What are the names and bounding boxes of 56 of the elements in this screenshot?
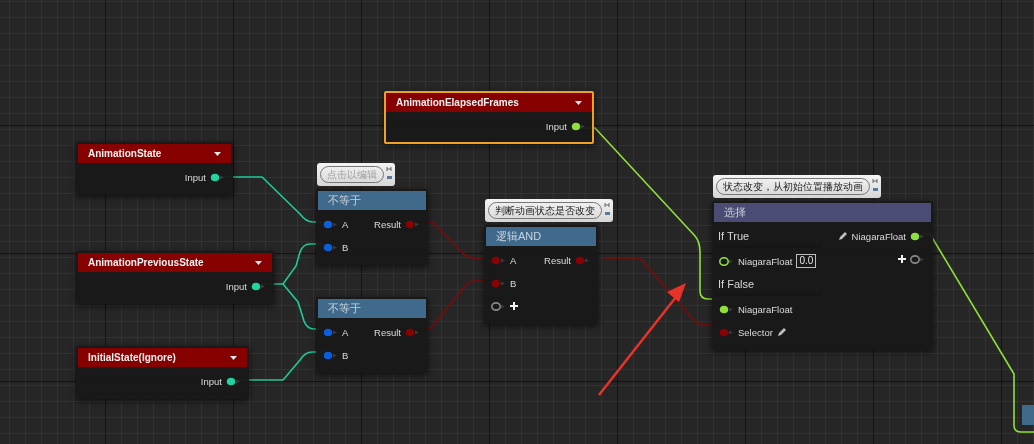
pin-label: A: [342, 326, 349, 338]
node-title: InitialState(Ignore): [88, 352, 176, 363]
node-title: 不等于: [328, 193, 361, 208]
pushpin-icon[interactable]: [872, 178, 879, 194]
graph-node[interactable]: AnimationPreviousState Input: [76, 251, 274, 304]
caret-icon[interactable]: [214, 151, 221, 156]
value-field[interactable]: 0.0: [796, 254, 817, 268]
plus-icon[interactable]: [510, 302, 518, 310]
pin-label: B: [342, 349, 349, 361]
pin-icon[interactable]: [910, 254, 925, 264]
pin-icon[interactable]: [719, 256, 734, 266]
pin-icon[interactable]: [491, 301, 506, 311]
pin-label: NiagaraFloat: [738, 303, 793, 315]
node-edge: [1022, 405, 1034, 425]
node-title: 不等于: [328, 301, 361, 316]
pin-label: B: [510, 277, 517, 289]
graph-node[interactable]: InitialState(Ignore) Input: [76, 346, 249, 399]
caret-icon[interactable]: [575, 100, 582, 105]
pin-label: Input: [225, 280, 247, 292]
pin-icon[interactable]: [910, 231, 925, 241]
comment-bubble[interactable]: 判断动画状态是否改变: [485, 199, 613, 222]
caret-icon[interactable]: [230, 355, 237, 360]
pin-label: Result: [374, 326, 401, 338]
pushpin-icon[interactable]: [386, 166, 393, 182]
node-title: AnimationState: [88, 148, 162, 159]
node-title: AnimationElapsedFrames: [396, 97, 519, 108]
pin-label: Input: [545, 120, 567, 132]
graph-node[interactable]: AnimationElapsedFrames Input: [384, 91, 594, 144]
node-title: 选择: [724, 205, 746, 220]
plus-icon[interactable]: [898, 255, 906, 263]
section-label: If False: [718, 277, 755, 290]
pin-label: Selector: [738, 326, 773, 338]
section-label: If True: [718, 229, 750, 242]
comment-bubble[interactable]: 状态改变，从初始位置播放动画: [713, 175, 881, 198]
pin-label: B: [342, 241, 349, 253]
node-title: 逻辑AND: [496, 229, 542, 244]
pencil-icon[interactable]: [776, 327, 787, 337]
caret-icon[interactable]: [255, 260, 262, 265]
pin-label: NiagaraFloat: [738, 255, 793, 267]
graph-canvas[interactable]: [0, 0, 1034, 444]
pin-icon[interactable]: [251, 281, 266, 291]
pin-icon[interactable]: [719, 304, 734, 314]
pin-label: Input: [200, 375, 222, 387]
pin-label: NiagaraFloat: [851, 230, 906, 242]
pin-label: Result: [374, 218, 401, 230]
pushpin-icon[interactable]: [604, 202, 611, 218]
pin-label: Result: [544, 254, 571, 266]
pin-icon[interactable]: [571, 121, 586, 131]
pin-label: A: [342, 218, 349, 230]
pencil-icon[interactable]: [837, 231, 848, 241]
pin-icon[interactable]: [210, 172, 225, 182]
pin-icon[interactable]: [226, 376, 241, 386]
pin-label: Input: [184, 171, 206, 183]
pin-label: A: [510, 254, 517, 266]
node-title: AnimationPreviousState: [88, 257, 204, 268]
graph-node[interactable]: AnimationState Input: [76, 142, 233, 195]
